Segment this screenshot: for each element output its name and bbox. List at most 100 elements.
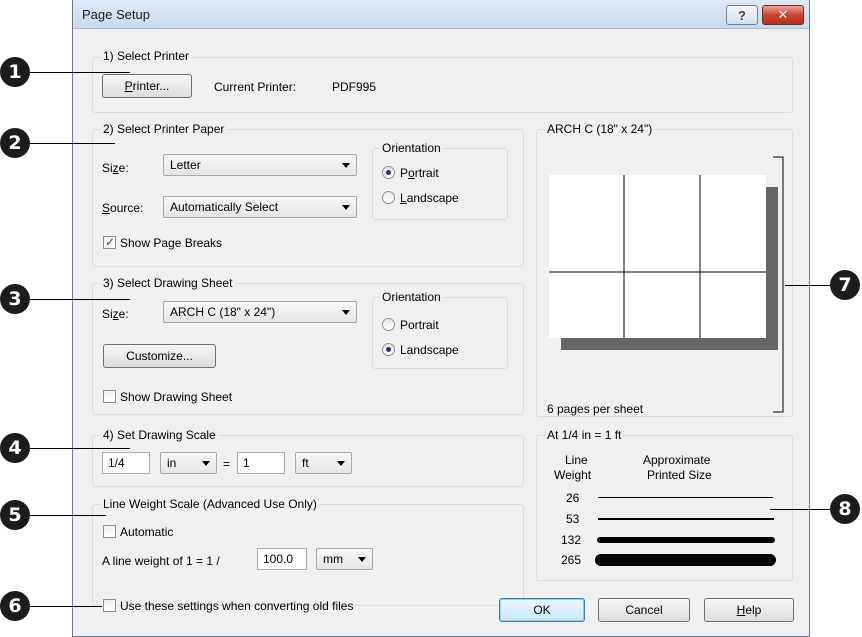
title-bar[interactable]	[73, 0, 809, 29]
line-weight-header-1: Line	[565, 453, 588, 467]
context-help-button[interactable]: ?	[726, 5, 758, 25]
scale-left-unit-value: in	[167, 456, 177, 470]
scale-left-unit-select[interactable]: in	[160, 452, 217, 474]
paper-orientation-group	[372, 148, 508, 220]
show-page-breaks-label[interactable]: Show Page Breaks	[120, 236, 222, 250]
weight-line-53	[598, 518, 774, 520]
close-button[interactable]: ✕	[762, 5, 804, 25]
paper-source-label: Source:	[102, 201, 143, 215]
weight-line-26	[598, 497, 773, 498]
callout-1-leader	[30, 72, 130, 73]
chevron-down-icon	[342, 163, 350, 168]
ok-button[interactable]: OK	[499, 598, 585, 622]
paper-landscape-label[interactable]: Landscape	[400, 191, 459, 205]
sheet-orientation-legend: Orientation	[380, 290, 443, 304]
sheet-size-label-post: e:	[118, 307, 129, 321]
printed-size-header-1: Approximate	[643, 453, 711, 467]
sheet-landscape-label[interactable]: Landscape	[400, 343, 459, 357]
callout-4-leader	[30, 448, 130, 449]
line-weight-unit-value: mm	[323, 552, 343, 566]
line-weight-value-input[interactable]: 100.0	[257, 548, 307, 570]
paper-size-label-post: e:	[118, 161, 129, 175]
paper-size-label: Size:	[102, 161, 129, 175]
sheet-size-label-pre: Si	[102, 307, 113, 321]
select-printer-legend: 1) Select Printer	[101, 49, 192, 63]
chevron-down-icon	[342, 310, 350, 315]
question-icon: ?	[738, 7, 746, 23]
paper-source-value: Automatically Select	[170, 200, 279, 214]
convert-old-files-label[interactable]: Use these settings when converting old f…	[120, 599, 353, 613]
sheet-landscape-radio[interactable]	[382, 343, 395, 356]
scale-right-unit-select[interactable]: ft	[295, 452, 352, 474]
paper-portrait-label[interactable]: Portrait	[400, 166, 439, 180]
callout-5: 5	[0, 500, 30, 530]
automatic-checkbox[interactable]	[103, 525, 116, 538]
paper-orientation-legend: Orientation	[380, 141, 443, 155]
cancel-button[interactable]: Cancel	[598, 598, 690, 622]
customize-button[interactable]: Customize...	[103, 344, 216, 368]
help-label-mnemonic: H	[736, 603, 746, 617]
weight-line-132	[597, 537, 775, 543]
weight-row-132: 132	[561, 533, 582, 547]
scale-left-input[interactable]: 1/4	[102, 452, 150, 474]
close-icon: ✕	[777, 7, 789, 22]
paper-size-value: Letter	[170, 158, 201, 172]
callout-2: 2	[0, 128, 30, 158]
drawing-scale-legend: 4) Set Drawing Scale	[101, 428, 218, 442]
chevron-down-icon	[358, 557, 366, 562]
line-weight-preview-legend: At 1/4 in = 1 ft	[545, 428, 624, 442]
paper-portrait-radio[interactable]	[382, 166, 395, 179]
scale-right-unit-value: ft	[302, 456, 309, 470]
scale-right-input[interactable]: 1	[237, 452, 285, 474]
paper-portrait-post: rtrait	[414, 166, 439, 180]
sheet-size-label: Size:	[102, 307, 129, 321]
paper-portrait-pre: P	[400, 166, 409, 180]
callout-3-leader	[30, 299, 130, 300]
callout-7: 7	[830, 270, 860, 300]
convert-old-files-checkbox[interactable]	[103, 599, 116, 612]
printer-button-label-post: rinter...	[132, 79, 170, 93]
printed-size-header-2: Printed Size	[647, 468, 712, 482]
sheet-preview-paper	[549, 175, 766, 338]
paper-size-label-pre: Si	[102, 161, 113, 175]
show-drawing-sheet-checkbox[interactable]	[103, 390, 116, 403]
paper-source-select[interactable]: Automatically Select	[163, 196, 357, 218]
callout-2-leader	[30, 143, 115, 144]
sheet-portrait-radio[interactable]	[382, 318, 395, 331]
weight-line-265	[595, 554, 776, 566]
printer-button[interactable]: Printer...	[102, 74, 192, 98]
pages-per-sheet-text: 6 pages per sheet	[547, 402, 644, 416]
paper-size-select[interactable]: Letter	[163, 154, 357, 176]
current-printer-value: PDF995	[332, 80, 377, 94]
callout-8-leader	[770, 509, 830, 510]
paper-portrait-mnemonic: o	[408, 166, 415, 180]
line-weight-prefix-label: A line weight of 1 = 1 /	[102, 554, 220, 568]
printer-button-label-mnemonic: P	[124, 79, 133, 93]
printer-paper-legend: 2) Select Printer Paper	[101, 122, 227, 136]
callout-6-leader	[30, 606, 102, 607]
callout-5-leader	[30, 515, 106, 516]
current-printer-label: Current Printer:	[214, 80, 297, 94]
callout-6: 6	[0, 591, 30, 621]
callout-3: 3	[0, 284, 30, 314]
paper-source-label-post: ource:	[110, 201, 144, 215]
weight-row-26: 26	[566, 491, 580, 505]
show-page-breaks-checkbox[interactable]	[103, 235, 116, 249]
sheet-size-value: ARCH C (18" x 24")	[170, 305, 276, 319]
sheet-size-select[interactable]: ARCH C (18" x 24")	[163, 301, 357, 323]
callout-7-leader	[785, 285, 830, 286]
paper-landscape-radio[interactable]	[382, 191, 395, 204]
sheet-portrait-label[interactable]: Portrait	[400, 318, 439, 332]
select-printer-group	[92, 57, 793, 113]
line-weight-scale-legend: Line Weight Scale (Advanced Use Only)	[101, 497, 319, 511]
automatic-label[interactable]: Automatic	[120, 525, 173, 539]
weight-row-53: 53	[566, 512, 580, 526]
paper-landscape-mnemonic: L	[400, 191, 407, 205]
line-weight-unit-select[interactable]: mm	[316, 548, 373, 570]
chevron-down-icon	[337, 461, 345, 466]
callout-1: 1	[0, 57, 30, 87]
sheet-preview-legend: ARCH C (18" x 24")	[545, 122, 655, 136]
paper-landscape-post: andscape	[406, 191, 459, 205]
show-drawing-sheet-label[interactable]: Show Drawing Sheet	[120, 390, 232, 404]
help-button[interactable]: Help	[704, 598, 794, 622]
